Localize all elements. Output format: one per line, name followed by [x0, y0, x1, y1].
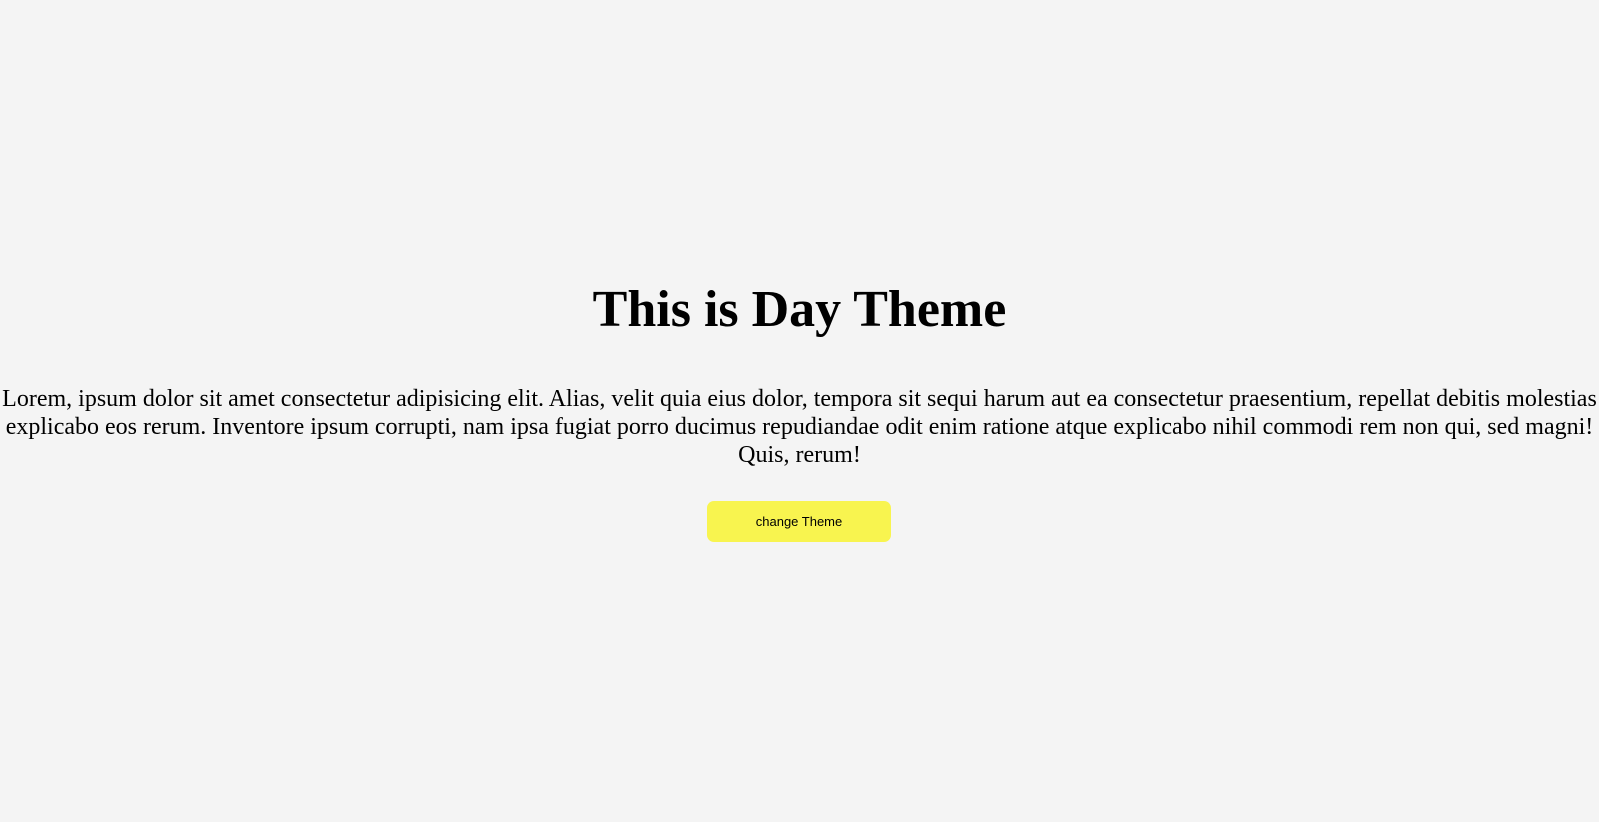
- page: This is Day Theme Lorem, ipsum dolor sit…: [0, 0, 1599, 822]
- body-paragraph: Lorem, ipsum dolor sit amet consectetur …: [2, 386, 1597, 468]
- change-theme-button[interactable]: change Theme: [707, 501, 891, 542]
- page-title: This is Day Theme: [592, 281, 1007, 338]
